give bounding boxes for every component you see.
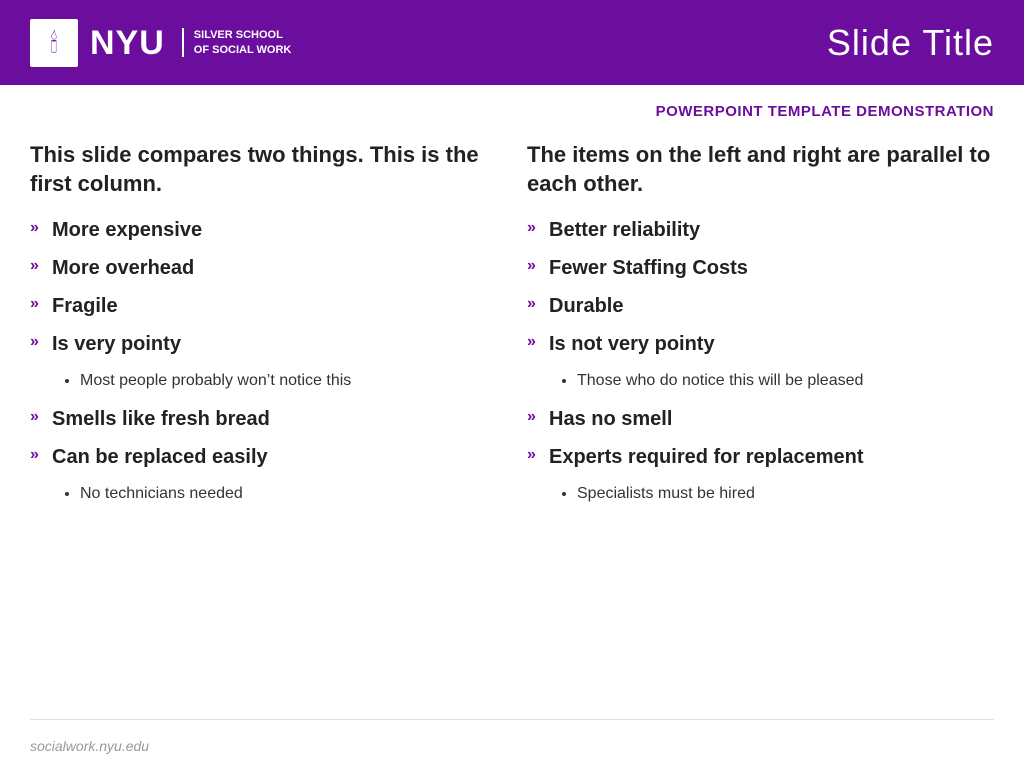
chevron-icon: »	[527, 446, 541, 464]
left-column-list: » More expensive » More overhead » Fragi…	[30, 218, 497, 356]
subtitle-text: POWERPOINT TEMPLATE DEMONSTRATION	[656, 103, 994, 120]
sub-list: Specialists must be hired	[527, 483, 994, 505]
main-area: POWERPOINT TEMPLATE DEMONSTRATION This s…	[0, 85, 1024, 768]
chevron-icon: »	[527, 333, 541, 351]
item-label: Experts required for replacement	[549, 445, 864, 469]
item-label: Is not very pointy	[549, 332, 715, 356]
list-item: » More expensive	[30, 218, 497, 242]
chevron-icon: »	[30, 408, 44, 426]
logo-box: 🕯	[30, 19, 78, 67]
list-item: » Experts required for replacement	[527, 445, 994, 469]
chevron-icon: »	[527, 219, 541, 237]
list-item: » More overhead	[30, 256, 497, 280]
torch-icon: 🕯	[50, 30, 57, 56]
item-label: More overhead	[52, 256, 194, 280]
chevron-icon: »	[30, 295, 44, 313]
left-column-list-cont: » Smells like fresh bread » Can be repla…	[30, 407, 497, 469]
sub-list: Those who do notice this will be pleased	[527, 370, 994, 392]
page-wrapper: 🕯 NYU SILVER SCHOOL OF SOCIAL WORK Slide…	[0, 0, 1024, 768]
left-column: This slide compares two things. This is …	[30, 141, 497, 707]
list-item: » Durable	[527, 294, 994, 318]
item-label: Smells like fresh bread	[52, 407, 270, 431]
sub-list: Most people probably won’t notice this	[30, 370, 497, 392]
item-label: Fragile	[52, 294, 118, 318]
list-item: » Can be replaced easily	[30, 445, 497, 469]
slide-title: Slide Title	[827, 22, 994, 64]
subtitle-bar: POWERPOINT TEMPLATE DEMONSTRATION	[0, 85, 1024, 131]
chevron-icon: »	[30, 257, 44, 275]
footer-divider	[30, 719, 994, 720]
chevron-icon: »	[527, 408, 541, 426]
item-label: Can be replaced easily	[52, 445, 268, 469]
list-item: » Smells like fresh bread	[30, 407, 497, 431]
sub-list-item: Specialists must be hired	[577, 483, 994, 505]
chevron-icon: »	[30, 333, 44, 351]
footer: socialwork.nyu.edu	[0, 707, 1024, 768]
nyu-wordmark: NYU	[90, 26, 165, 60]
right-column-list: » Better reliability » Fewer Staffing Co…	[527, 218, 994, 356]
footer-url: socialwork.nyu.edu	[30, 738, 149, 754]
list-item: » Better reliability	[527, 218, 994, 242]
list-item: » Has no smell	[527, 407, 994, 431]
right-column-list-cont: » Has no smell » Experts required for re…	[527, 407, 994, 469]
right-column-heading: The items on the left and right are para…	[527, 141, 994, 198]
sub-list-item: Most people probably won’t notice this	[80, 370, 497, 392]
two-column-content: This slide compares two things. This is …	[0, 131, 1024, 707]
chevron-icon: »	[527, 257, 541, 275]
left-column-heading: This slide compares two things. This is …	[30, 141, 497, 198]
right-column: The items on the left and right are para…	[527, 141, 994, 707]
item-label: Is very pointy	[52, 332, 181, 356]
list-item: » Fewer Staffing Costs	[527, 256, 994, 280]
logo-area: 🕯 NYU SILVER SCHOOL OF SOCIAL WORK	[30, 19, 291, 67]
list-item: » Fragile	[30, 294, 497, 318]
item-label: More expensive	[52, 218, 202, 242]
list-item: » Is very pointy	[30, 332, 497, 356]
header-bar: 🕯 NYU SILVER SCHOOL OF SOCIAL WORK Slide…	[0, 0, 1024, 85]
item-label: Durable	[549, 294, 623, 318]
chevron-icon: »	[527, 295, 541, 313]
list-item: » Is not very pointy	[527, 332, 994, 356]
sub-list-item: Those who do notice this will be pleased	[577, 370, 994, 392]
school-name: SILVER SCHOOL OF SOCIAL WORK	[182, 28, 292, 57]
item-label: Has no smell	[549, 407, 672, 431]
sub-list: No technicians needed	[30, 483, 497, 505]
chevron-icon: »	[30, 446, 44, 464]
chevron-icon: »	[30, 219, 44, 237]
item-label: Better reliability	[549, 218, 700, 242]
sub-list-item: No technicians needed	[80, 483, 497, 505]
item-label: Fewer Staffing Costs	[549, 256, 748, 280]
